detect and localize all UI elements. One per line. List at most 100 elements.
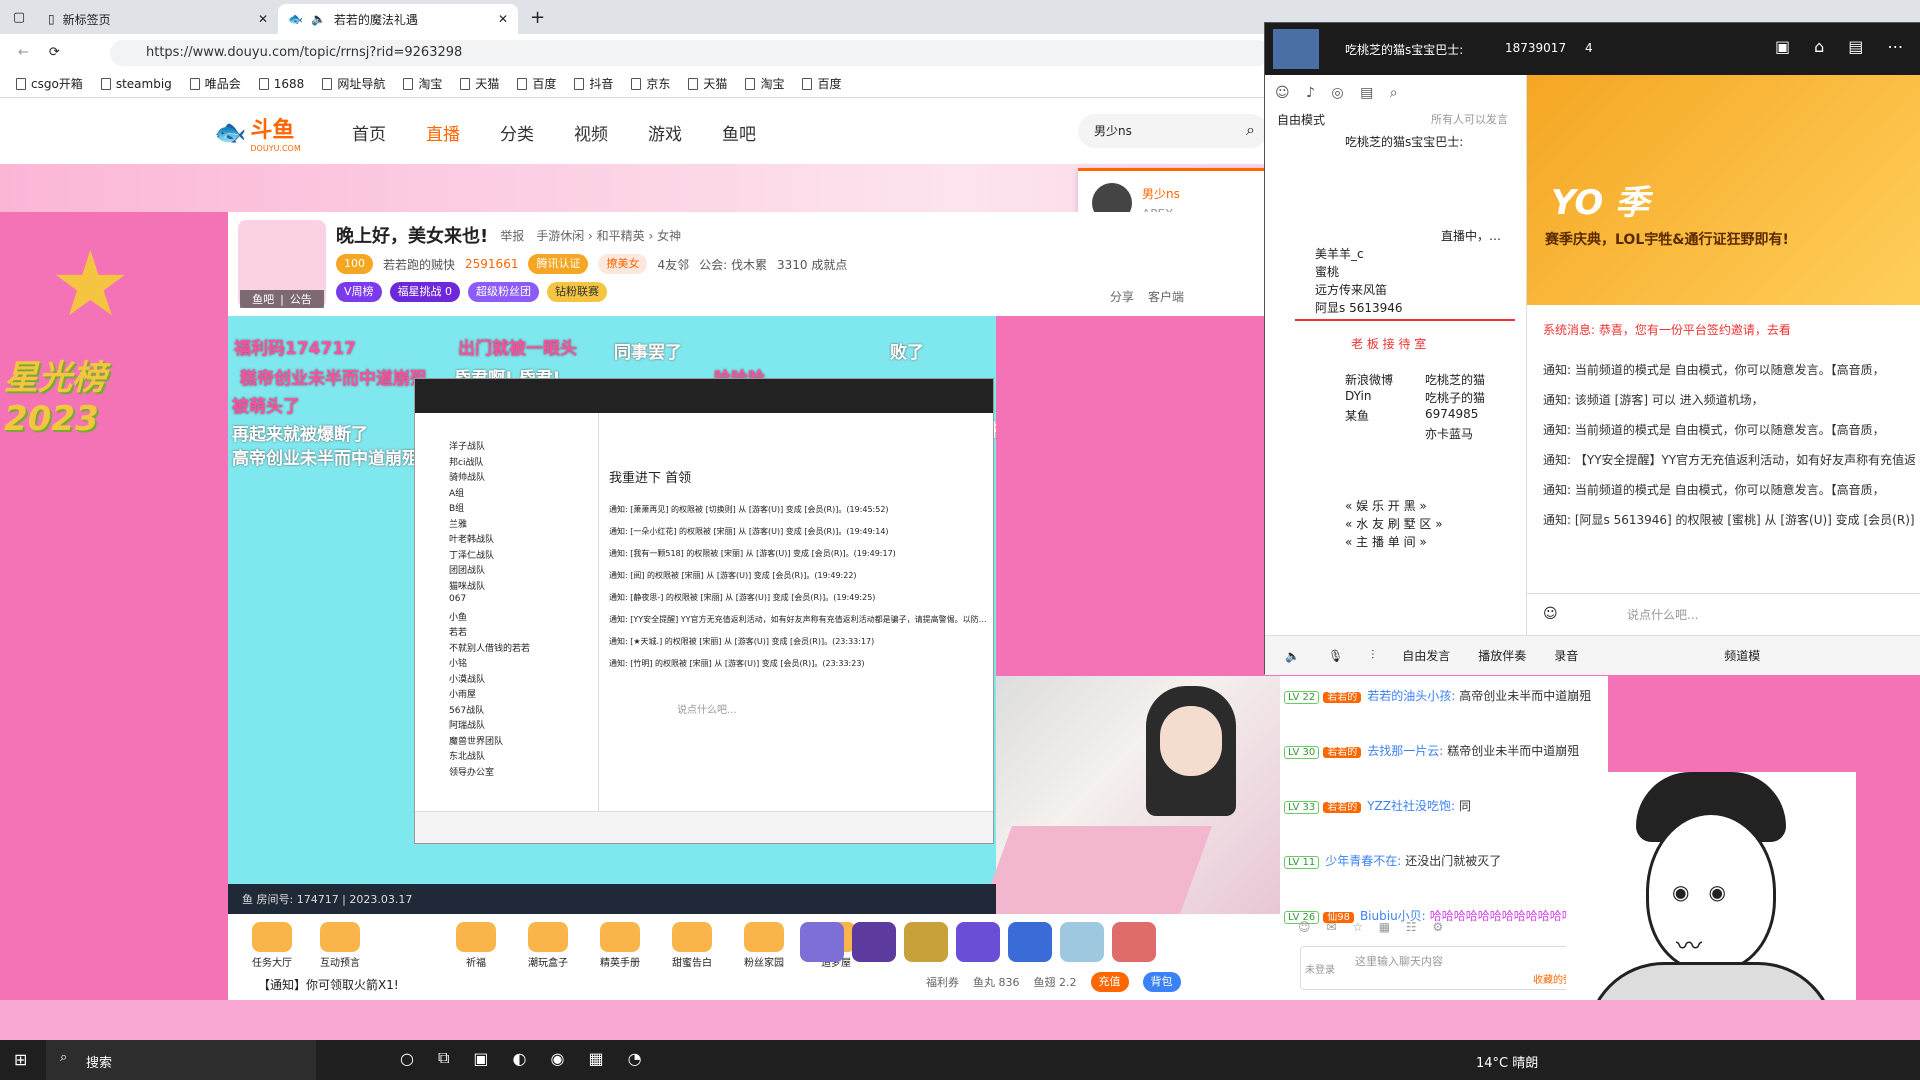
free-speak-button[interactable]: 自由发言 xyxy=(1402,647,1450,664)
channel-tree-item[interactable]: 直播中，… xyxy=(1441,227,1501,244)
mic-icon[interactable]: 🎙 xyxy=(1328,649,1343,663)
tab-active[interactable]: 🐟 🔈 若若的魔法礼遇 ✕ xyxy=(278,4,518,34)
channel-tree-item[interactable]: 某鱼 xyxy=(1345,407,1369,424)
not-logged-in[interactable]: 未登录 xyxy=(1305,961,1335,976)
bookmark-item[interactable]: 抖音 xyxy=(574,75,613,92)
room-badge[interactable]: 福星挑战 0 xyxy=(389,282,461,302)
emoji-icon[interactable]: ☺ xyxy=(1543,606,1558,622)
tree-tools[interactable]: ☺ ♪ ◎ ▤ ⌕ xyxy=(1275,85,1404,101)
app-icon[interactable]: ▣ xyxy=(473,1049,488,1068)
desktop-icon[interactable]: ⧉ xyxy=(438,1048,449,1068)
grid-icon[interactable]: ▤ xyxy=(1848,37,1863,56)
back-icon[interactable]: ← xyxy=(18,45,29,60)
windows-start-icon[interactable]: ⊞ xyxy=(14,1050,27,1069)
tab-new[interactable]: ▯ 新标签页 ✕ xyxy=(38,4,278,34)
channel-tree-item[interactable]: 阿显s 5613946 xyxy=(1315,299,1403,316)
refresh-icon[interactable]: ⟳ xyxy=(49,45,60,60)
channel-banner[interactable]: YO 季 赛季庆典，LOL宇牲&通行证狂野即有! xyxy=(1527,75,1920,305)
bookmark-item[interactable]: 京东 xyxy=(631,75,670,92)
tab-actions-icon[interactable]: ▢ xyxy=(0,10,38,25)
mixer-icon[interactable]: ⫶ xyxy=(1371,648,1374,663)
channel-mode-button[interactable]: 频道模 xyxy=(1724,647,1760,664)
gift-items[interactable] xyxy=(800,922,1220,962)
search-input[interactable]: 男少ns xyxy=(1078,114,1268,148)
channel-tree-item[interactable]: 新浪微博 xyxy=(1345,371,1393,388)
channel-tree-item[interactable]: « 娱 乐 开 黑 » xyxy=(1345,497,1427,514)
inner-input[interactable]: 说点什么吧... xyxy=(677,701,737,716)
record-button[interactable]: 录音 xyxy=(1554,647,1578,664)
close-icon[interactable]: ✕ xyxy=(258,12,268,26)
bookmark-item[interactable]: steambig xyxy=(100,77,172,91)
channel-tree-item[interactable]: 蜜桃 xyxy=(1315,263,1339,280)
edge-icon[interactable]: ◔ xyxy=(628,1049,642,1068)
close-icon[interactable]: ✕ xyxy=(498,12,508,26)
streamer-name[interactable]: 若若跑的贼快 xyxy=(383,256,455,273)
gift-entry[interactable]: 互动预言 xyxy=(312,922,368,969)
nav-item[interactable]: 分类 xyxy=(500,120,534,145)
channel-tree-item[interactable]: « 水 友 刷 墅 区 » xyxy=(1345,515,1443,532)
channel-tree-item[interactable]: 老 板 接 待 室 xyxy=(1345,335,1433,352)
home-icon[interactable]: ⌂ xyxy=(1814,37,1824,56)
bookmark-item[interactable]: 百度 xyxy=(802,75,841,92)
channel-tree-item[interactable]: 吃桃芝的猫s宝宝巴士: xyxy=(1345,133,1463,150)
room-badge[interactable]: 钻粉联赛 xyxy=(547,282,608,302)
bookmark-item[interactable]: csgo开箱 xyxy=(16,75,83,92)
bookmark-item[interactable]: 唯品会 xyxy=(189,75,241,92)
gift-notice[interactable]: 【通知】你可领取火箭X1! xyxy=(258,976,399,993)
report-link[interactable]: 举报 xyxy=(500,227,524,244)
channel-tree-item[interactable]: 美羊羊_c xyxy=(1315,245,1364,262)
speaker-icon[interactable]: 🔈 xyxy=(1285,649,1300,663)
channel-tree-item[interactable]: 亦卡蓝马 xyxy=(1425,425,1473,442)
more-icon[interactable]: ⋯ xyxy=(1887,37,1903,56)
nav-item[interactable]: 游戏 xyxy=(648,120,682,145)
bookmark-item[interactable]: 天猫 xyxy=(688,75,727,92)
welfare-coupon[interactable]: 福利券 xyxy=(926,974,959,990)
channel-tree-item[interactable]: DYin xyxy=(1345,389,1371,403)
url-input[interactable]: https://www.douyu.com/topic/rrnsj?rid=92… xyxy=(110,40,1270,66)
mode-select[interactable]: 自由模式 xyxy=(1277,111,1325,128)
channel-tree-item[interactable]: 6974985 xyxy=(1425,407,1478,421)
app-icon[interactable]: ▦ xyxy=(588,1049,603,1068)
weather[interactable]: 14°C 晴朗 xyxy=(1476,1052,1538,1071)
bookmark-item[interactable]: 淘宝 xyxy=(745,75,784,92)
gift-entry[interactable]: 任务大厅 xyxy=(244,922,300,969)
new-tab-button[interactable]: + xyxy=(518,7,545,28)
chat-tools[interactable]: ☺ ✉ ☆ ▦ ☷ ⚙ xyxy=(1298,920,1449,934)
channel-tree-item[interactable]: 吃桃芝的猫 xyxy=(1425,371,1485,388)
bookmark-item[interactable]: 天猫 xyxy=(460,75,499,92)
audio-icon[interactable]: 🔈 xyxy=(311,12,326,26)
room-badge[interactable]: V周榜 xyxy=(336,282,382,302)
bag-button[interactable]: 背包 xyxy=(1142,972,1181,992)
nav-item[interactable]: 直播 xyxy=(426,120,460,145)
task-view-icon[interactable]: ○ xyxy=(400,1049,414,1068)
video-icon[interactable]: ▣ xyxy=(1775,37,1790,56)
bgm-button[interactable]: 播放伴奏 xyxy=(1478,647,1526,664)
app-icon[interactable]: ◉ xyxy=(551,1049,565,1068)
douyu-logo[interactable]: 🐟 斗鱼 DOUYU.COM xyxy=(214,112,301,154)
friends-count[interactable]: 4友邻 xyxy=(657,256,689,273)
gift-entry[interactable]: 精英手册 xyxy=(592,922,648,969)
guild-name[interactable]: 公会: 伐木累 xyxy=(699,256,767,273)
steam-icon[interactable]: ◐ xyxy=(513,1049,527,1068)
search-icon[interactable]: ⌕ xyxy=(1246,120,1255,140)
bookmark-item[interactable]: 淘宝 xyxy=(403,75,442,92)
category-breadcrumb[interactable]: 手游休闲 › 和平精英 › 女神 xyxy=(536,227,681,244)
client-button[interactable]: 客户端 xyxy=(1148,288,1184,305)
nav-item[interactable]: 视频 xyxy=(574,120,608,145)
channel-tree-item[interactable]: « 主 播 单 间 » xyxy=(1345,533,1427,550)
share-button[interactable]: 分享 xyxy=(1110,288,1134,305)
gift-entry[interactable]: 粉丝家园 xyxy=(736,922,792,969)
gift-entry[interactable]: 潮玩盒子 xyxy=(520,922,576,969)
yy-input[interactable]: ☺ 说点什么吧... xyxy=(1527,593,1920,635)
star-ranking-banner[interactable]: ★ 星光榜2023 xyxy=(0,240,200,440)
gift-entry[interactable]: 甜蜜告白 xyxy=(664,922,720,969)
nav-item[interactable]: 首页 xyxy=(352,120,386,145)
chat-input[interactable]: 未登录 这里输入聊天内容 收藏的弹幕 xyxy=(1300,946,1600,990)
channel-tree-item[interactable]: 吃桃子的猫 xyxy=(1425,389,1485,406)
channel-tree-item[interactable]: 远方传来风笛 xyxy=(1315,281,1387,298)
bookmark-item[interactable]: 百度 xyxy=(517,75,556,92)
charge-button[interactable]: 充值 xyxy=(1090,972,1129,992)
bookmark-item[interactable]: 网址导航 xyxy=(322,75,385,92)
room-badge[interactable]: 超级粉丝团 xyxy=(468,282,540,302)
taskbar-search[interactable]: ⌕ 搜索 xyxy=(46,1040,316,1080)
